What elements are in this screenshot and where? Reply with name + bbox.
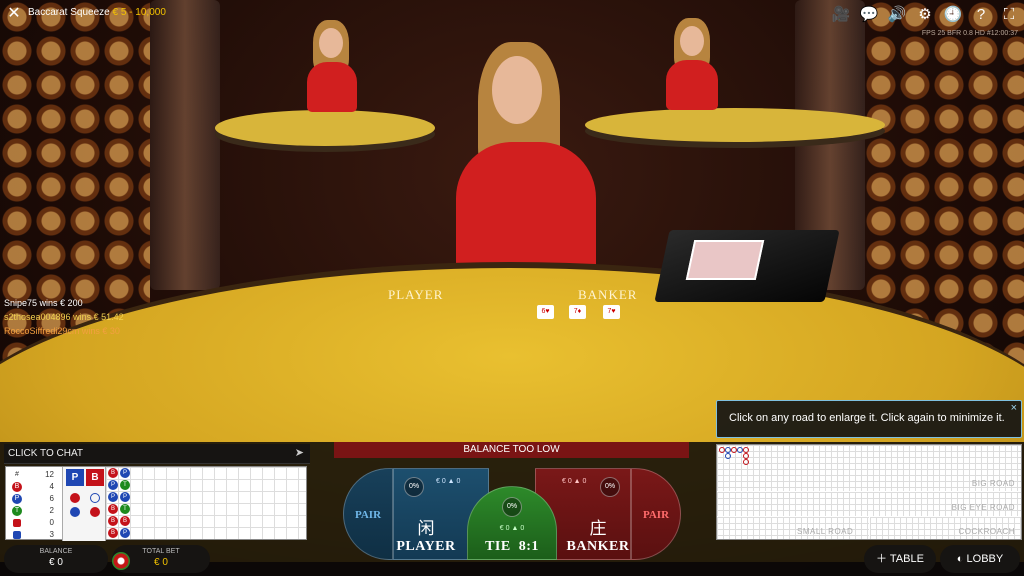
table-card: 6♥: [537, 305, 554, 319]
game-name: Baccarat Squeeze: [28, 7, 110, 18]
bead: B: [120, 516, 130, 526]
player-label: PLAYER: [396, 539, 456, 554]
bead: P: [120, 468, 130, 478]
big-eye-road-label: BIG EYE ROAD: [951, 503, 1015, 512]
big-road-mark: [725, 453, 731, 459]
lobby-button[interactable]: ◐ LOBBY: [940, 545, 1020, 573]
balance-display: BALANCE € 0: [4, 545, 108, 573]
stat-row-player-pair: 3: [6, 529, 58, 541]
close-tooltip-icon[interactable]: ×: [1011, 402, 1017, 414]
bead-road-grid: [106, 467, 306, 539]
predict-bead: [90, 493, 100, 503]
top-icon-bar: 🎥 💬 🔊 ⚙ 🕘 ? ⛶: [830, 4, 1020, 26]
chat-bubbles-icon[interactable]: 💬: [858, 4, 880, 26]
chat-input[interactable]: CLICK TO CHAT ➤: [4, 444, 310, 464]
lobby-label: LOBBY: [966, 553, 1004, 565]
winner-entry: s2thosea004896 wins € 51.42: [4, 312, 124, 322]
chat-label: CLICK TO CHAT: [8, 448, 84, 459]
balance-too-low-notice: BALANCE TOO LOW: [334, 442, 689, 458]
banker-pot: € 0 ▲ 0: [562, 478, 587, 485]
bead: B: [108, 528, 118, 538]
top-bar: ✕ Baccarat Squeeze € 5 - 10,000 🎥 💬 🔊 ⚙ …: [0, 0, 1024, 37]
add-table-button[interactable]: ＋ TABLE: [864, 545, 936, 573]
stat-row-banker-pair: 0: [6, 517, 58, 529]
tie-label: TIE 8:1: [485, 539, 539, 554]
road-scoreboards[interactable]: BIG ROAD BIG EYE ROAD SMALL ROAD COCKROA…: [716, 444, 1022, 540]
banker-cn-label: 庄: [589, 519, 607, 538]
stat-row-player: P6: [6, 493, 58, 505]
big-road-mark: [743, 459, 749, 465]
lobby-icon: ◐: [956, 553, 964, 565]
bead: B: [108, 504, 118, 514]
predict-bead: [70, 507, 80, 517]
volume-icon[interactable]: 🔊: [886, 4, 908, 26]
bead: P: [108, 492, 118, 502]
fullscreen-icon[interactable]: ⛶: [998, 4, 1020, 26]
table-card: 7♥: [603, 305, 620, 319]
video-camera-icon[interactable]: 🎥: [830, 4, 852, 26]
tie-pot: € 0 ▲ 0: [499, 525, 525, 532]
stream-info: FPS 25 BFR 0.8 HD #12:00:37: [921, 30, 1018, 37]
chip-icon[interactable]: [112, 552, 130, 570]
banker-pair-label: PAIR: [642, 509, 670, 521]
plus-icon: ＋: [876, 553, 888, 565]
winner-entry: RoccoSiffredi29cm wins € 30: [4, 326, 120, 336]
bead: T: [120, 480, 130, 490]
player-pair-label: PAIR: [354, 509, 382, 521]
predict-bead: [70, 493, 80, 503]
cockroach-road-label: COCKROACH: [958, 527, 1015, 536]
table-player-mark: PLAYER: [388, 287, 444, 302]
winner-entry: Snipe75 wins € 200: [4, 298, 83, 308]
player-pot: € 0 ▲ 0: [436, 478, 461, 485]
bead: B: [108, 468, 118, 478]
predict-player-button[interactable]: P: [66, 469, 84, 486]
banker-percent: 0%: [600, 477, 620, 497]
recent-winners: Snipe75 wins € 200 s2thosea004896 wins €…: [4, 296, 124, 338]
banker-label: BANKER: [566, 539, 630, 554]
bead: P: [120, 492, 130, 502]
road-predictor[interactable]: P B: [62, 467, 106, 541]
big-road-label: BIG ROAD: [971, 479, 1015, 488]
help-icon[interactable]: ?: [970, 4, 992, 26]
glass-pillar-left: [150, 0, 220, 290]
predict-banker-button[interactable]: B: [86, 469, 104, 486]
bead: P: [108, 480, 118, 490]
background-table-right: [585, 108, 885, 142]
road-tooltip: Click on any road to enlarge it. Click a…: [716, 400, 1022, 438]
player-percent: 0%: [404, 477, 424, 497]
settings-gear-icon[interactable]: ⚙: [914, 4, 936, 26]
player-cn-label: 闲: [417, 519, 435, 538]
game-title: Baccarat Squeeze € 5 - 10,000: [28, 7, 166, 18]
tie-percent: 0%: [502, 497, 522, 517]
history-clock-icon[interactable]: 🕘: [942, 4, 964, 26]
balance-label: BALANCE: [39, 548, 73, 555]
balance-value: € 0: [49, 557, 63, 568]
bead: P: [120, 528, 130, 538]
stat-row-total: #12: [15, 470, 54, 479]
small-road-label: SMALL ROAD: [797, 527, 854, 536]
send-icon[interactable]: ➤: [295, 446, 304, 459]
shoe-statistics[interactable]: #12 B4 P6 T2 0 3 P B B P P B B B P T P T…: [5, 466, 307, 541]
bead: B: [108, 516, 118, 526]
bead: T: [120, 504, 130, 514]
shoe-cards: [685, 240, 765, 280]
predict-bead: [90, 507, 100, 517]
stat-row-banker: B4: [6, 481, 58, 493]
add-table-label: TABLE: [889, 553, 924, 565]
table-banker-mark: BANKER: [578, 287, 638, 302]
table-card: 7♦: [569, 305, 586, 319]
background-table-left: [215, 110, 435, 146]
stat-row-tie: T2: [6, 505, 58, 517]
road-tooltip-text: Click on any road to enlarge it. Click a…: [729, 412, 1005, 424]
close-icon[interactable]: ✕: [4, 4, 24, 24]
live-game-stage: PLAYER BANKER 6♥ 7♦ 7♥ ✕ Baccarat Squeez…: [0, 0, 1024, 576]
bet-limits: € 5 - 10,000: [112, 7, 166, 18]
